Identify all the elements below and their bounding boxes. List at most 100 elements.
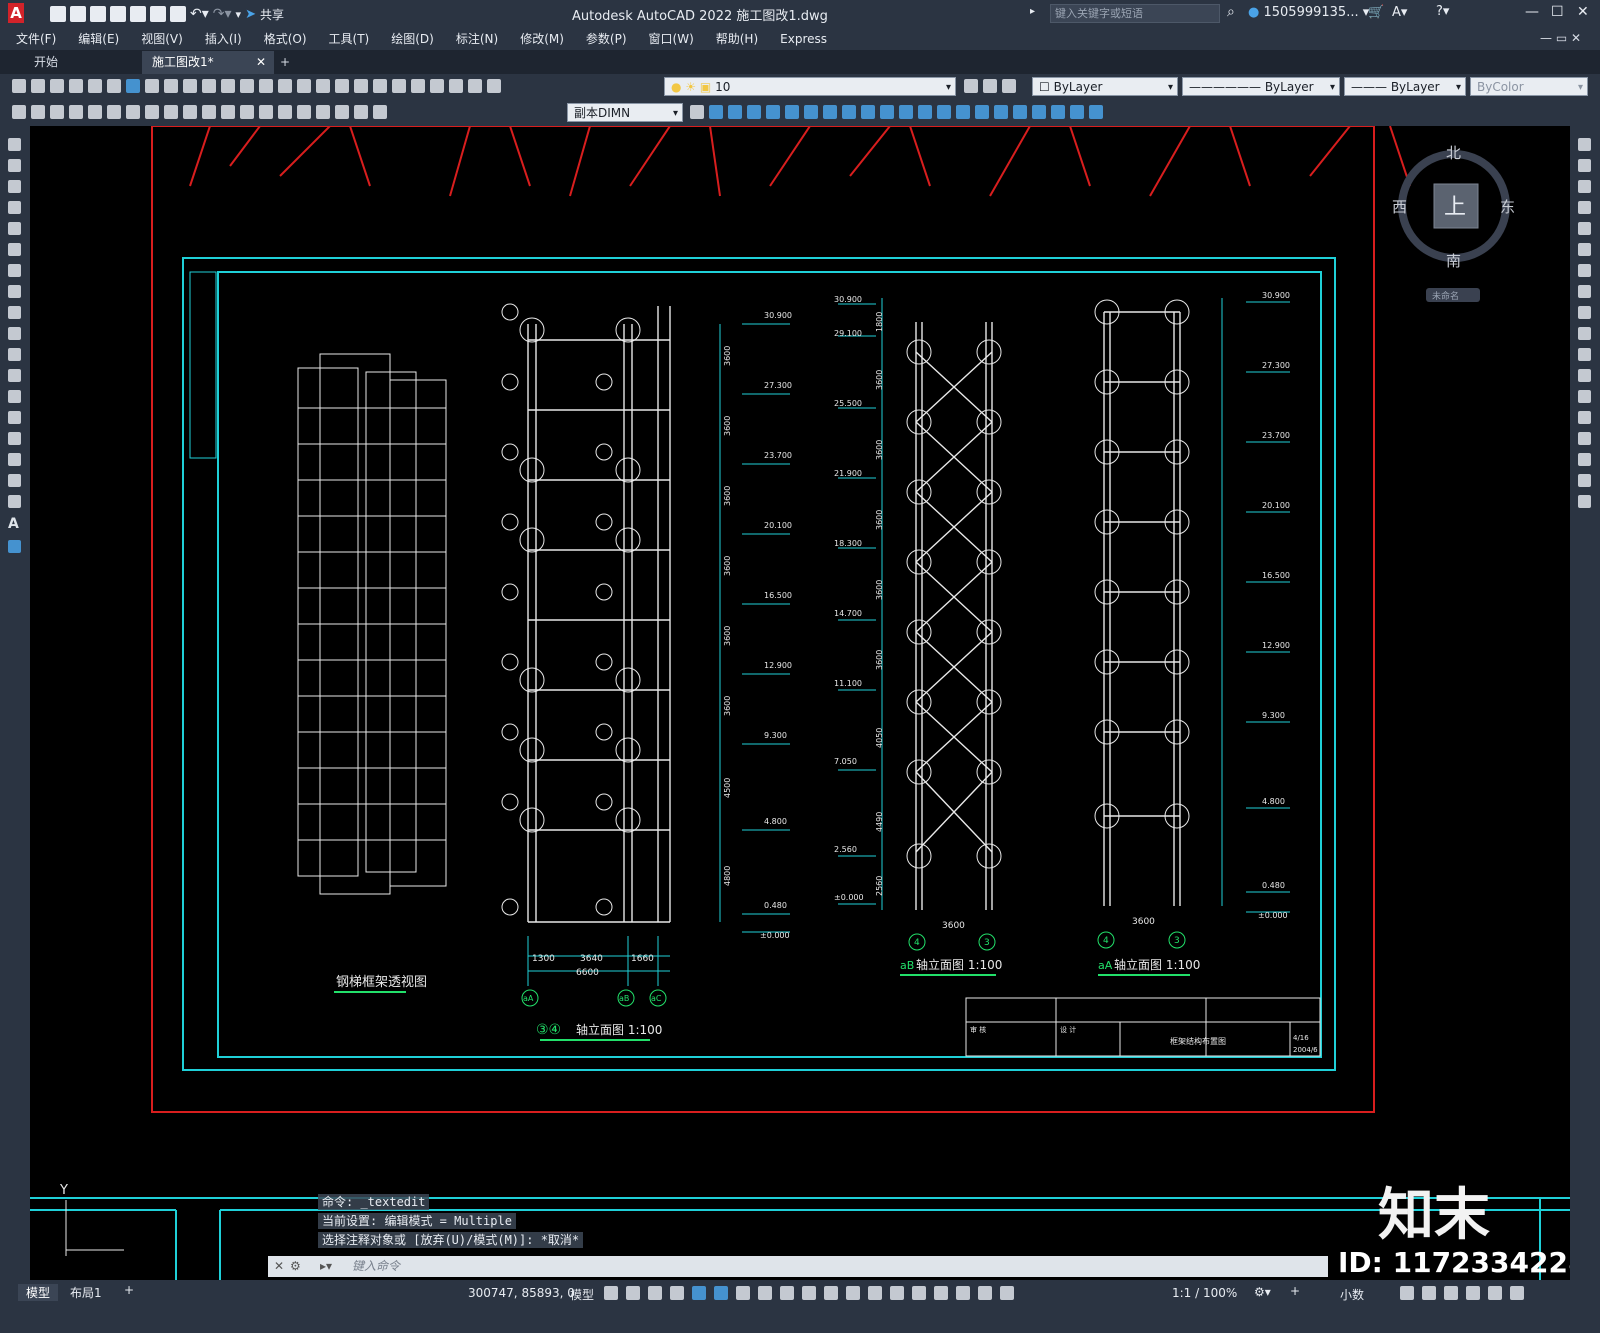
match-properties-icon[interactable] <box>202 79 216 93</box>
color-dropdown[interactable]: ☐ ByLayer ▾ <box>1032 77 1178 96</box>
lineweight-icon[interactable] <box>802 1286 816 1300</box>
tolerance-icon[interactable] <box>259 105 273 119</box>
redo-icon[interactable]: ↷▾ <box>213 6 232 22</box>
polygon-icon[interactable] <box>8 201 21 214</box>
radius-icon[interactable] <box>107 105 121 119</box>
linear-dim-icon[interactable] <box>31 105 45 119</box>
close-button[interactable]: ✕ <box>1577 4 1589 20</box>
share-button[interactable]: 共享 <box>260 6 284 23</box>
layer-state-icon[interactable] <box>1002 79 1016 93</box>
menu-parametric[interactable]: 参数(P) <box>575 28 638 50</box>
trim-icon[interactable] <box>1578 327 1591 340</box>
3d-osnap-icon[interactable] <box>868 1286 882 1300</box>
graphics-performance-icon[interactable] <box>1466 1286 1480 1300</box>
menu-express[interactable]: Express <box>769 28 838 50</box>
3d-sphere-icon[interactable] <box>766 105 780 119</box>
snap-icon[interactable] <box>626 1286 640 1300</box>
menu-view[interactable]: 视图(V) <box>130 28 194 50</box>
cut-icon[interactable] <box>145 79 159 93</box>
make-block-icon[interactable] <box>8 390 21 403</box>
model-space-toggle[interactable]: 模型 <box>570 1286 594 1303</box>
polyline-icon[interactable] <box>8 180 21 193</box>
block-editor-icon[interactable] <box>221 79 235 93</box>
sheet-set-icon[interactable] <box>411 79 425 93</box>
add-selected-icon[interactable] <box>8 540 21 553</box>
circle-icon[interactable] <box>8 264 21 277</box>
make-current-icon[interactable] <box>964 79 978 93</box>
dimstyle-dropdown[interactable]: 副本DIMN ▾ <box>567 103 683 122</box>
join-icon[interactable] <box>1578 411 1591 424</box>
menu-modify[interactable]: 修改(M) <box>509 28 575 50</box>
gizmo-icon[interactable] <box>934 1286 948 1300</box>
maximize-button[interactable]: ☐ <box>1551 4 1564 20</box>
rectangle-icon[interactable] <box>8 222 21 235</box>
arc-icon[interactable] <box>8 243 21 256</box>
cart-icon[interactable]: 🛒 <box>1368 5 1384 20</box>
ellipse-arc-icon[interactable] <box>8 348 21 361</box>
flatshot-icon[interactable] <box>1089 105 1103 119</box>
extend-icon[interactable] <box>1578 348 1591 361</box>
gradient-icon[interactable] <box>8 453 21 466</box>
mtext-icon[interactable]: A <box>8 516 21 532</box>
break-at-point-icon[interactable] <box>1578 369 1591 382</box>
viewcube-west[interactable]: 西 <box>1392 198 1407 216</box>
properties-icon[interactable] <box>354 79 368 93</box>
lineweight-dropdown[interactable]: ——— ByLayer ▾ <box>1344 77 1466 96</box>
construction-line-icon[interactable] <box>8 159 21 172</box>
viewcube-south[interactable]: 南 <box>1446 252 1461 270</box>
viewcube-top[interactable]: 上 <box>1444 195 1466 220</box>
annotation-scale[interactable]: 1:1 / 100% <box>1172 1286 1237 1300</box>
customize-command-icon[interactable]: ⚙ <box>290 1256 301 1277</box>
layer-properties-icon[interactable] <box>487 79 501 93</box>
quick-properties-icon[interactable] <box>1400 1286 1414 1300</box>
search-input[interactable]: 键入关键字或短语 <box>1050 4 1220 23</box>
qnew-icon[interactable] <box>12 79 26 93</box>
search-expand-icon[interactable]: ▸ <box>1030 6 1035 17</box>
help-icon[interactable]: ?▾ <box>1436 4 1449 19</box>
customization-icon[interactable] <box>1510 1286 1524 1300</box>
quick-dim-icon[interactable] <box>12 105 26 119</box>
autocad-logo-icon[interactable]: A <box>8 3 24 23</box>
point-icon[interactable] <box>8 411 21 424</box>
units-selector[interactable]: 小数 <box>1340 1286 1364 1303</box>
tab-start[interactable]: 开始 <box>24 51 68 74</box>
array-icon[interactable] <box>1578 222 1591 235</box>
offset-icon[interactable] <box>1578 201 1591 214</box>
menu-format[interactable]: 格式(O) <box>253 28 318 50</box>
selection-cycling-icon[interactable] <box>846 1286 860 1300</box>
save-web-icon[interactable] <box>150 6 166 22</box>
object-snap-tracking-icon[interactable] <box>758 1286 772 1300</box>
explode-icon[interactable] <box>1578 495 1591 508</box>
command-input[interactable]: ✕ ⚙ ▸▾ 键入命令 <box>268 1256 1328 1277</box>
jogged-icon[interactable] <box>126 105 140 119</box>
3d-print-icon[interactable] <box>126 79 140 93</box>
menu-edit[interactable]: 编辑(E) <box>67 28 130 50</box>
zoom-realtime-icon[interactable] <box>297 79 311 93</box>
3d-box-icon[interactable] <box>709 105 723 119</box>
aligned-dim-icon[interactable] <box>50 105 64 119</box>
annotation-visibility-icon[interactable] <box>956 1286 970 1300</box>
extrude-icon[interactable] <box>823 105 837 119</box>
insert-block-icon[interactable] <box>8 369 21 382</box>
new-tab-button[interactable]: + <box>270 51 300 74</box>
tab-drawing[interactable]: 施工图改1* ✕ <box>142 51 274 74</box>
menu-file[interactable]: 文件(F) <box>0 28 67 50</box>
menu-help[interactable]: 帮助(H) <box>705 28 769 50</box>
annotation-monitor-icon[interactable]: + <box>1290 1284 1300 1298</box>
3d-cylinder-icon[interactable] <box>785 105 799 119</box>
object-snap-icon[interactable] <box>780 1286 794 1300</box>
close-tab-icon[interactable]: ✕ <box>256 51 266 74</box>
share-icon[interactable]: ➤ <box>245 7 256 22</box>
union-icon[interactable] <box>899 105 913 119</box>
3d-cone-icon[interactable] <box>747 105 761 119</box>
layer-previous-icon[interactable] <box>983 79 997 93</box>
loft-icon[interactable] <box>880 105 894 119</box>
plotstyle-dropdown[interactable]: ByColor ▾ <box>1470 77 1588 96</box>
revolve-icon[interactable] <box>842 105 856 119</box>
chamfer-icon[interactable] <box>1578 432 1591 445</box>
rotate-icon[interactable] <box>1578 264 1591 277</box>
search-icon[interactable]: ⌕ <box>1227 4 1235 20</box>
preview-icon[interactable] <box>88 79 102 93</box>
menu-insert[interactable]: 插入(I) <box>194 28 253 50</box>
center-mark-icon[interactable] <box>278 105 292 119</box>
